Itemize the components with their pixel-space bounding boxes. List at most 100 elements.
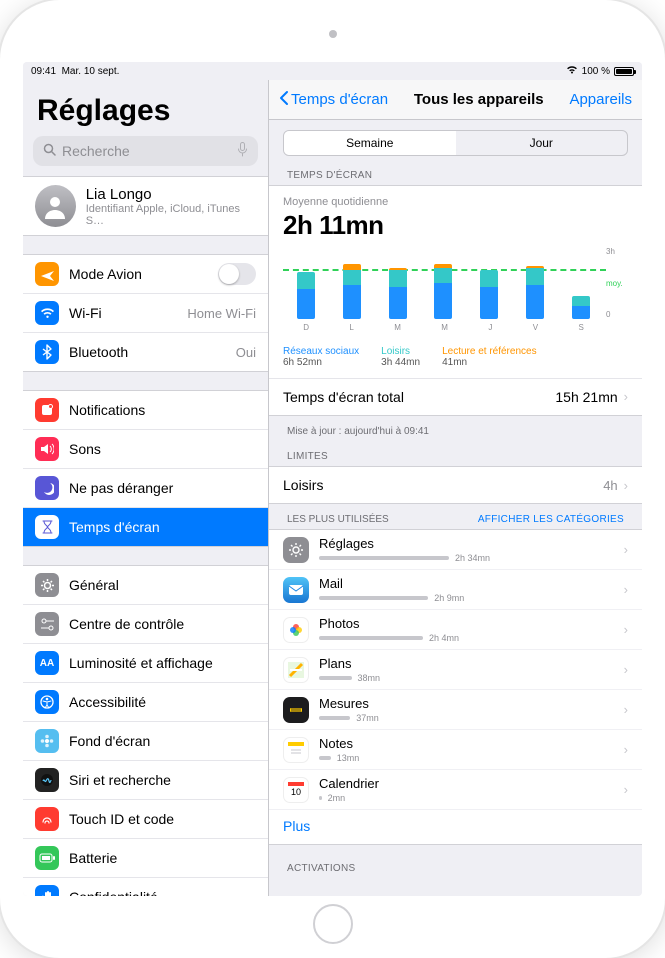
gear-icon: [35, 573, 59, 597]
sidebar-item-touch-id-et-code[interactable]: Touch ID et code: [23, 800, 268, 839]
app-icon: [283, 617, 309, 643]
sidebar-item-centre-de-contr-le[interactable]: Centre de contrôle: [23, 605, 268, 644]
usage-bar: [319, 756, 331, 760]
app-icon: 10: [283, 777, 309, 803]
more-button[interactable]: Plus: [269, 810, 642, 844]
group-general: Général Centre de contrôle AALuminosité et…: [23, 565, 268, 896]
back-button[interactable]: Temps d'écran: [279, 90, 388, 110]
legend-reading: Lecture et références: [442, 346, 537, 357]
app-name: Réglages: [319, 536, 608, 551]
sidebar-item-g-n-ral[interactable]: Général: [23, 566, 268, 605]
speaker-icon: [35, 437, 59, 461]
moon-icon: [35, 476, 59, 500]
limit-value: 4h: [603, 478, 617, 493]
search-icon: [43, 143, 56, 159]
segmented-control[interactable]: Semaine Jour: [283, 130, 628, 156]
total-label: Temps d'écran total: [283, 389, 404, 405]
sidebar-item-temps-d-cran[interactable]: Temps d'écran: [23, 508, 268, 546]
limit-name: Loisirs: [283, 477, 323, 493]
app-name: Mail: [319, 576, 608, 591]
touch-icon: [35, 807, 59, 831]
sidebar-item-label: Notifications: [69, 402, 145, 418]
app-time: 2h 9mn: [434, 593, 464, 603]
chevron-right-icon: ›: [624, 582, 628, 597]
sidebar-item-luminosit-et-affichage[interactable]: AALuminosité et affichage: [23, 644, 268, 683]
settings-sidebar: Réglages Recherche Lia Longo: [23, 80, 269, 896]
sidebar-item-label: Batterie: [69, 850, 117, 866]
app-row[interactable]: 10Calendrier2mn›: [269, 770, 642, 810]
chart-bar: [480, 270, 498, 319]
app-row[interactable]: Réglages2h 34mn›: [269, 530, 642, 570]
day-label: L: [349, 323, 353, 332]
limit-row[interactable]: Loisirs 4h ›: [269, 467, 642, 503]
app-row[interactable]: Mail 2h 9mn ›: [269, 570, 642, 610]
app-name: Photos: [319, 616, 608, 631]
app-row[interactable]: Photos2h 4mn›: [269, 610, 642, 650]
app-name: Mesures: [319, 696, 608, 711]
segment-day[interactable]: Jour: [456, 131, 628, 155]
app-time: 2mn: [328, 793, 346, 803]
app-row[interactable]: Notes13mn›: [269, 730, 642, 770]
sidebar-item-label: Fond d'écran: [69, 733, 150, 749]
sidebar-item-label: Général: [69, 577, 119, 593]
total-row[interactable]: Temps d'écran total 15h 21mn ›: [269, 378, 642, 415]
hand-icon: [35, 885, 59, 896]
sidebar-item-confidentialit-[interactable]: Confidentialité: [23, 878, 268, 896]
sidebar-item-wi-fi[interactable]: Wi-FiHome Wi-Fi: [23, 294, 268, 333]
sidebar-item-mode-avion[interactable]: Mode Avion: [23, 255, 268, 294]
day-label: S: [578, 323, 583, 332]
section-screen-time: TEMPS D'ÉCRAN: [269, 166, 642, 185]
show-categories-button[interactable]: AFFICHER LES CATÉGORIES: [478, 514, 624, 525]
sidebar-item-label: Confidentialité: [69, 889, 158, 896]
sidebar-item-label: Mode Avion: [69, 266, 142, 282]
app-time: 38mn: [358, 673, 381, 683]
chevron-right-icon: ›: [624, 742, 628, 757]
sidebar-item-notifications[interactable]: Notifications: [23, 391, 268, 430]
legend-reading-value: 41mn: [442, 357, 537, 368]
sidebar-item-label: Touch ID et code: [69, 811, 174, 827]
chevron-left-icon: [279, 90, 289, 110]
sidebar-item-ne-pas-d-ranger[interactable]: Ne pas déranger: [23, 469, 268, 508]
chevron-right-icon: ›: [624, 782, 628, 797]
total-value: 15h 21mn: [555, 389, 617, 405]
sidebar-item-fond-d-cran[interactable]: Fond d'écran: [23, 722, 268, 761]
usage-bar: [319, 556, 449, 560]
app-row[interactable]: Plans38mn›: [269, 650, 642, 690]
chart-bar: [572, 296, 590, 319]
toggle[interactable]: [218, 263, 256, 285]
y-top: 3h: [606, 247, 615, 256]
detail-pane: Temps d'écran Tous les appareils Apparei…: [269, 80, 642, 896]
sidebar-item-sons[interactable]: Sons: [23, 430, 268, 469]
dictate-icon[interactable]: [237, 142, 248, 160]
sidebar-item-label: Centre de contrôle: [69, 616, 184, 632]
navbar: Temps d'écran Tous les appareils Apparei…: [269, 80, 642, 120]
sidebar-item-label: Siri et recherche: [69, 772, 171, 788]
legend-social: Réseaux sociaux: [283, 346, 359, 357]
sidebar-item-bluetooth[interactable]: BluetoothOui: [23, 333, 268, 371]
avatar: [35, 185, 76, 227]
sidebar-item-value: Oui: [236, 345, 256, 360]
average-label: Moyenne quotidienne: [283, 196, 628, 208]
svg-text:10: 10: [291, 787, 301, 797]
y-avg: moy.: [606, 279, 623, 288]
home-button[interactable]: [313, 904, 353, 944]
screen-time-card: Moyenne quotidienne 2h 11mn 3h moy. 0 DL…: [269, 185, 642, 416]
day-label: D: [303, 323, 309, 332]
section-most-used: LES PLUS UTILISÉES: [287, 514, 389, 525]
devices-button[interactable]: Appareils: [569, 91, 632, 108]
usage-bar: [319, 676, 352, 680]
sidebar-item-batterie[interactable]: Batterie: [23, 839, 268, 878]
segment-week[interactable]: Semaine: [284, 131, 456, 155]
sidebar-item-label: Temps d'écran: [69, 519, 160, 535]
app-icon: [283, 657, 309, 683]
search-input[interactable]: Recherche: [33, 136, 258, 166]
switches-icon: [35, 612, 59, 636]
search-placeholder: Recherche: [62, 143, 130, 159]
sidebar-item-accessibilit-[interactable]: Accessibilité: [23, 683, 268, 722]
sidebar-item-siri-et-recherche[interactable]: Siri et recherche: [23, 761, 268, 800]
app-row[interactable]: Mesures37mn›: [269, 690, 642, 730]
wifi-icon: [566, 65, 578, 77]
apple-id-row[interactable]: Lia Longo Identifiant Apple, iCloud, iTu…: [23, 176, 268, 236]
chevron-right-icon: ›: [624, 542, 628, 557]
day-label: M: [394, 323, 401, 332]
